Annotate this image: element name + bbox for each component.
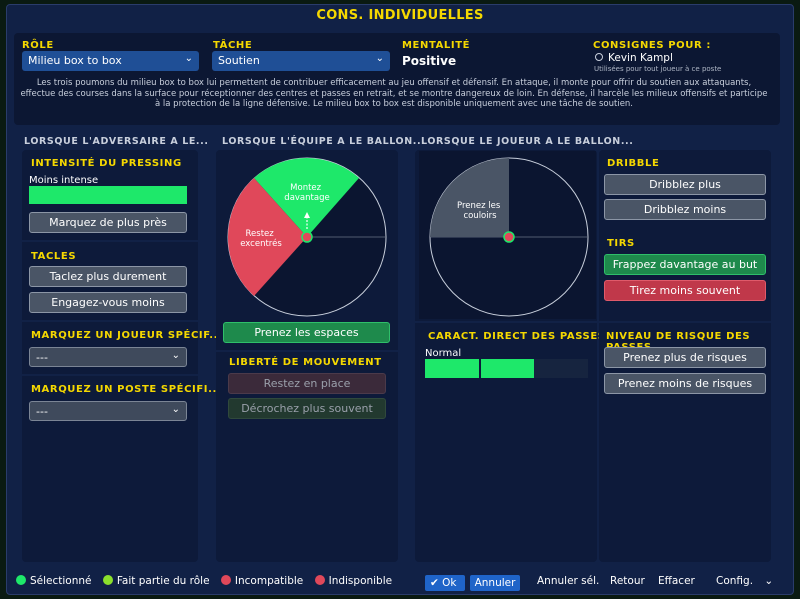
dialog-title: CONS. INDIVIDUELLES (316, 8, 484, 23)
col1-heading: LORSQUE L'ADVERSAIRE A LE... (24, 136, 209, 147)
legend-selected: Sélectionné (16, 575, 92, 587)
risk-more-button[interactable]: Prenez plus de risques (604, 347, 766, 368)
green-dot-icon (16, 575, 26, 585)
instructions-for-label: CONSIGNES POUR : (593, 40, 711, 51)
cancel-button[interactable]: Annuler (470, 575, 520, 591)
col2-heading: LORSQUE L'ÉQUIPE A LE BALLON... (222, 136, 426, 147)
pressing-value: Moins intense (29, 175, 99, 186)
commit-less-button[interactable]: Engagez-vous moins (29, 292, 187, 313)
mark-player-value: --- (36, 351, 48, 364)
zone-forward-label: Montez davantage (284, 183, 329, 203)
dribble-label: DRIBBLE (607, 158, 660, 169)
pitch-ball-diagram[interactable]: Prenez les couloirs (428, 156, 591, 319)
passing-slider-fill (425, 359, 535, 378)
zone-wide-label: Restez excentrés (240, 229, 282, 249)
role-label: RÔLE (22, 40, 54, 51)
role-select[interactable]: Milieu box to box ⌄ (22, 51, 199, 71)
back-button[interactable]: Retour (610, 575, 645, 587)
person-icon (595, 53, 603, 61)
pressing-label: INTENSITÉ DU PRESSING (31, 158, 182, 169)
mark-player-label: MARQUEZ UN JOUEUR SPÉCIF... (31, 330, 223, 341)
ok-button[interactable]: ✔ Ok (425, 575, 465, 591)
task-label: TÂCHE (213, 40, 253, 51)
mentality-value: Positive (402, 54, 457, 68)
col3-heading: LORSQUE LE JOUEUR A LE BALLON... (421, 136, 634, 147)
legend: Sélectionné Fait partie du rôle Incompat… (16, 575, 392, 587)
chevron-down-icon: ⌄ (184, 53, 193, 64)
zone-channels-label: Prenez les couloirs (457, 201, 503, 221)
config-button[interactable]: Config. ⌄ (716, 575, 773, 587)
dribble-more-button[interactable]: Dribblez plus (604, 174, 766, 195)
dribble-less-button[interactable]: Dribblez moins (604, 199, 766, 220)
take-space-button[interactable]: Prenez les espaces (223, 322, 390, 343)
mark-position-select[interactable]: --- ⌄ (29, 401, 187, 421)
col2-divider (216, 350, 398, 352)
role-description: Les trois poumons du milieu box to box l… (20, 78, 768, 109)
tackles-label: TACLES (31, 251, 77, 262)
mark-position-label: MARQUEZ UN POSTE SPÉCIFI... (31, 384, 222, 395)
clear-button[interactable]: Effacer (658, 575, 695, 587)
chevron-down-icon: ⌄ (764, 575, 774, 587)
player-note: Utilisées pour tout joueur à ce poste (594, 65, 722, 73)
mark-player-select[interactable]: --- ⌄ (29, 347, 187, 367)
col3-divider (415, 321, 597, 323)
col1-divider-2 (22, 320, 198, 322)
pressing-slider[interactable] (29, 186, 187, 204)
legend-unavailable: Indisponible (314, 575, 392, 587)
task-select[interactable]: Soutien ⌄ (212, 51, 390, 71)
stay-position-button[interactable]: Restez en place (228, 373, 386, 394)
tackle-harder-button[interactable]: Taclez plus durement (29, 266, 187, 287)
check-icon: ✔ (430, 577, 439, 589)
passing-value: Normal (425, 348, 462, 359)
chevron-down-icon: ⌄ (171, 404, 180, 415)
legend-incompatible: Incompatible (220, 575, 303, 587)
role-value: Milieu box to box (28, 54, 122, 67)
player-row[interactable]: Kevin Kampl (595, 52, 673, 64)
clear-selection-button[interactable]: Annuler sél. (537, 575, 599, 587)
freedom-label: LIBERTÉ DE MOUVEMENT (229, 357, 382, 368)
risk-less-button[interactable]: Prenez moins de risques (604, 373, 766, 394)
pressing-slider-fill (29, 186, 187, 204)
roam-more-button[interactable]: Décrochez plus souvent (228, 398, 386, 419)
passing-slider-tick (479, 359, 481, 378)
player-name: Kevin Kampl (608, 52, 673, 64)
zone-channels[interactable] (430, 158, 509, 237)
col1-divider-3 (22, 374, 198, 376)
shoot-more-button[interactable]: Frappez davantage au but (604, 254, 766, 275)
col1-divider (22, 240, 198, 242)
chevron-down-icon: ⌄ (171, 350, 180, 361)
chevron-down-icon: ⌄ (375, 53, 384, 64)
legend-role-part: Fait partie du rôle (102, 575, 210, 587)
mentality-label: MENTALITÉ (402, 40, 471, 51)
passing-label: CARACT. DIRECT DES PASSES (428, 331, 606, 342)
mark-position-value: --- (36, 405, 48, 418)
red-dot-icon (220, 575, 231, 585)
mark-closer-button[interactable]: Marquez de plus près (29, 212, 187, 233)
shots-label: TIRS (607, 238, 635, 249)
lime-dot-icon (102, 575, 113, 585)
task-value: Soutien (218, 54, 260, 67)
pitch-movement-diagram[interactable]: Montez davantage Restez excentrés (226, 156, 389, 319)
col4-divider (599, 321, 771, 323)
shoot-less-button[interactable]: Tirez moins souvent (604, 280, 766, 301)
passing-slider[interactable] (425, 359, 588, 378)
red-dot-icon (314, 575, 325, 585)
